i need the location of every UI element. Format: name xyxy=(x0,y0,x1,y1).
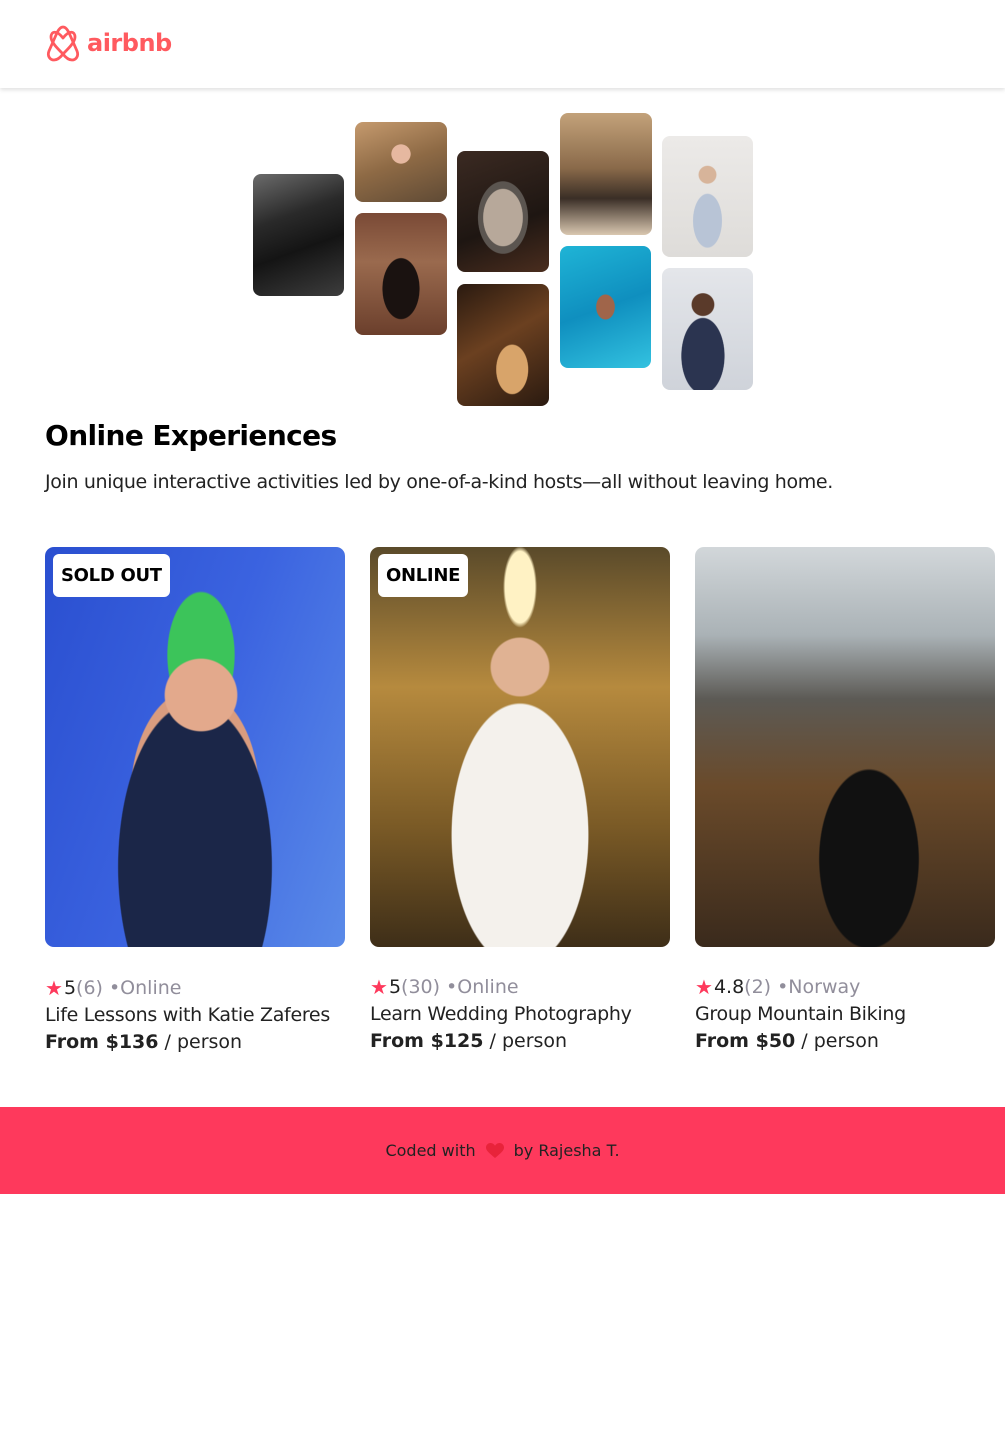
hero-photo-cooking xyxy=(253,174,344,296)
card-price: From $50 / person xyxy=(695,1028,995,1055)
brand-name: airbnb xyxy=(87,29,172,57)
location-label: Online xyxy=(457,976,519,998)
star-icon: ★ xyxy=(45,976,63,1000)
review-count: (30) xyxy=(401,976,441,998)
review-count: (6) xyxy=(76,977,103,999)
card-price: From $136 / person xyxy=(45,1029,345,1056)
footer-prefix: Coded with xyxy=(385,1141,476,1160)
rating-value: 4.8 xyxy=(713,976,745,998)
location-label: Online xyxy=(120,977,182,999)
location-label: Norway xyxy=(788,976,861,998)
card-photo[interactable] xyxy=(695,547,995,947)
card-title[interactable]: Group Mountain Biking xyxy=(695,1001,995,1028)
star-icon: ★ xyxy=(370,975,388,999)
card-photo[interactable]: ONLINE xyxy=(370,547,670,947)
hero-photo-piano-singer xyxy=(560,113,652,235)
airbnb-logo-icon xyxy=(46,25,80,62)
hero-photo-woman-portrait xyxy=(355,122,447,202)
section-description: Join unique interactive activities led b… xyxy=(45,471,833,493)
status-badge: SOLD OUT xyxy=(53,554,170,597)
card-price: From $125 / person xyxy=(370,1028,670,1055)
price-from: From $136 xyxy=(45,1031,159,1053)
card-rating-row: ★ 5 (6) • Online xyxy=(45,975,345,1001)
star-icon: ★ xyxy=(695,975,713,999)
price-unit: / person xyxy=(483,1030,568,1052)
card-rating-row: ★ 4.8 (2) • Norway xyxy=(695,974,995,1000)
status-badge: ONLINE xyxy=(378,554,469,597)
experience-card[interactable]: SOLD OUT ★ 5 (6) • Online Life Lessons w… xyxy=(45,547,345,1056)
price-unit: / person xyxy=(795,1030,879,1052)
hero-photo-yoga xyxy=(662,136,753,257)
card-photo[interactable]: SOLD OUT xyxy=(45,547,345,947)
price-from: From $125 xyxy=(370,1030,484,1052)
hero-photo-swimmer xyxy=(560,246,651,368)
rating-value: 5 xyxy=(388,976,402,998)
card-rating-row: ★ 5 (30) • Online xyxy=(370,974,670,1000)
footer-suffix: by Rajesha T. xyxy=(513,1141,620,1160)
airbnb-logo[interactable]: airbnb xyxy=(45,24,172,62)
separator-dot: • xyxy=(446,976,458,998)
card-title[interactable]: Learn Wedding Photography xyxy=(370,1001,670,1028)
experience-card[interactable]: ONLINE ★ 5 (30) • Online Learn Wedding P… xyxy=(370,547,670,1055)
review-count: (2) xyxy=(744,976,772,998)
price-unit: / person xyxy=(158,1031,243,1053)
hero-photo-dancer xyxy=(355,213,447,335)
card-title[interactable]: Life Lessons with Katie Zaferes xyxy=(45,1002,345,1029)
hero-photo-singer xyxy=(662,268,753,390)
section-title: Online Experiences xyxy=(45,419,337,452)
navbar: airbnb xyxy=(0,0,1005,88)
rating-value: 5 xyxy=(63,977,77,999)
separator-dot: • xyxy=(108,977,121,999)
experience-card[interactable]: ★ 4.8 (2) • Norway Group Mountain Biking… xyxy=(695,547,995,1055)
footer: Coded with by Rajesha T. xyxy=(0,1107,1005,1194)
separator-dot: • xyxy=(777,976,789,998)
hero-photo-food-bowl xyxy=(457,151,549,272)
heart-icon xyxy=(485,1142,504,1159)
price-from: From $50 xyxy=(695,1030,796,1052)
hero-photo-guitar xyxy=(457,284,549,406)
